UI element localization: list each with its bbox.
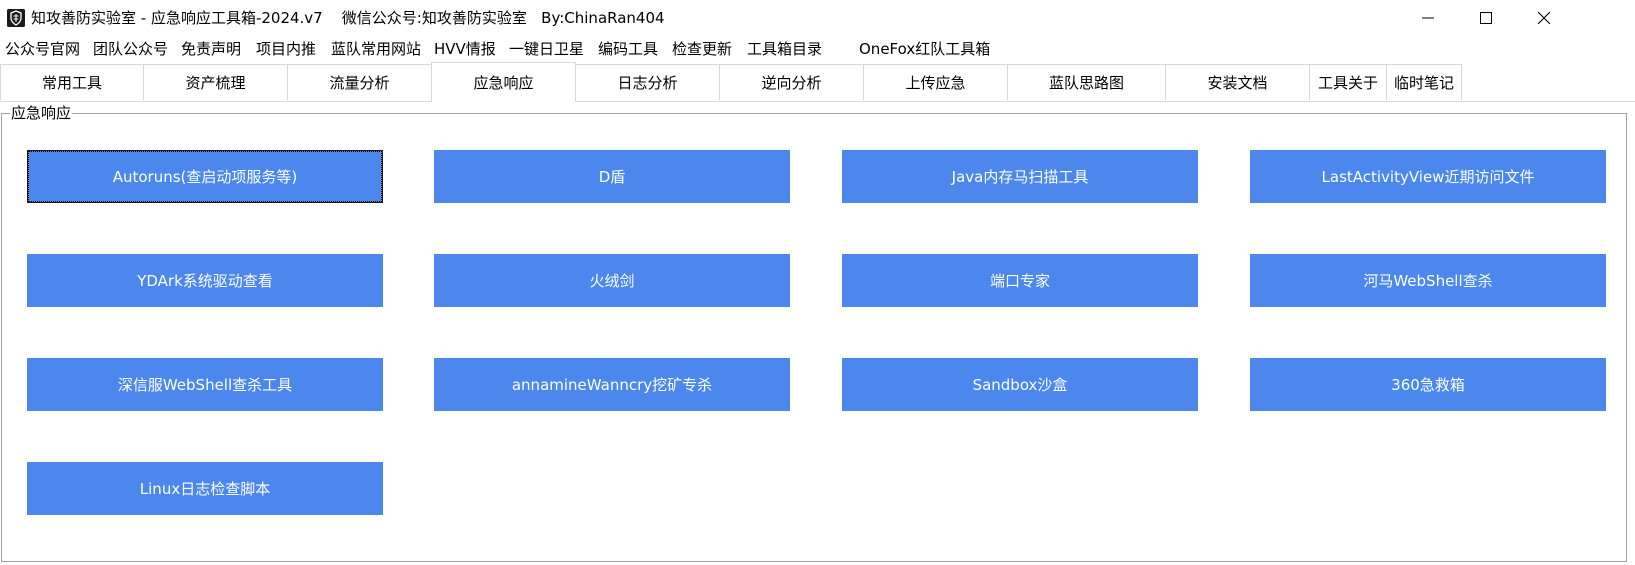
huorong-sword-button[interactable]: 火绒剑 bbox=[434, 254, 790, 307]
tab-upload-response[interactable]: 上传应急 bbox=[863, 64, 1008, 100]
menu-item-check-update[interactable]: 检查更新 bbox=[672, 39, 732, 59]
tab-traffic-analysis[interactable]: 流量分析 bbox=[287, 64, 432, 100]
java-memshell-scan-button[interactable]: Java内存马扫描工具 bbox=[842, 150, 1198, 203]
menu-item-official-site[interactable]: 公众号官网 bbox=[5, 39, 80, 59]
window-title: 知攻善防实验室 - 应急响应工具箱-2024.v7 微信公众号:知攻善防实验室 … bbox=[31, 9, 665, 27]
tab-log-analysis[interactable]: 日志分析 bbox=[575, 64, 720, 100]
menu-bar: 公众号官网 团队公众号 免责声明 项目内推 蓝队常用网站 HVV情报 一键日卫星… bbox=[0, 36, 1635, 62]
close-icon bbox=[1538, 12, 1550, 24]
minimize-button[interactable] bbox=[1399, 0, 1457, 36]
ydark-button[interactable]: YDArk系统驱动查看 bbox=[27, 254, 383, 307]
maximize-icon bbox=[1480, 12, 1492, 24]
tab-reverse-analysis[interactable]: 逆向分析 bbox=[719, 64, 864, 100]
d-shield-button[interactable]: D盾 bbox=[434, 150, 790, 203]
title-bar: 知攻善防实验室 - 应急响应工具箱-2024.v7 微信公众号:知攻善防实验室 … bbox=[0, 0, 1635, 36]
group-title: 应急响应 bbox=[10, 103, 73, 123]
close-button[interactable] bbox=[1515, 0, 1573, 36]
menu-item-team-account[interactable]: 团队公众号 bbox=[93, 39, 168, 59]
linux-log-check-button[interactable]: Linux日志检查脚本 bbox=[27, 462, 383, 515]
menu-item-referral[interactable]: 项目内推 bbox=[256, 39, 316, 59]
tab-temp-notes[interactable]: 临时笔记 bbox=[1386, 64, 1462, 100]
tab-blue-team-mindmap[interactable]: 蓝队思路图 bbox=[1007, 64, 1166, 100]
maximize-button[interactable] bbox=[1457, 0, 1515, 36]
menu-item-disclaimer[interactable]: 免责声明 bbox=[181, 39, 241, 59]
menu-item-one-click[interactable]: 一键日卫星 bbox=[509, 39, 584, 59]
sandbox-button[interactable]: Sandbox沙盒 bbox=[842, 358, 1198, 411]
menu-item-encoding-tools[interactable]: 编码工具 bbox=[598, 39, 658, 59]
autoruns-button[interactable]: Autoruns(查启动项服务等) bbox=[27, 150, 383, 203]
sangfor-webshell-button[interactable]: 深信服WebShell查杀工具 bbox=[27, 358, 383, 411]
port-expert-button[interactable]: 端口专家 bbox=[842, 254, 1198, 307]
lastactivityview-button[interactable]: LastActivityView近期访问文件 bbox=[1250, 150, 1606, 203]
minimize-icon bbox=[1422, 17, 1434, 19]
tab-about-tools[interactable]: 工具关于 bbox=[1309, 64, 1387, 100]
tab-incident-response[interactable]: 应急响应 bbox=[431, 62, 576, 102]
menu-item-toolbox-dir[interactable]: 工具箱目录 bbox=[747, 39, 822, 59]
annamine-wannacry-button[interactable]: annamineWanncry挖矿专杀 bbox=[434, 358, 790, 411]
menu-item-onefox[interactable]: OneFox红队工具箱 bbox=[859, 39, 990, 59]
360-rescue-button[interactable]: 360急救箱 bbox=[1250, 358, 1606, 411]
tab-strip-border bbox=[0, 101, 1635, 102]
menu-item-hvv-intel[interactable]: HVV情报 bbox=[434, 39, 496, 59]
hema-webshell-button[interactable]: 河马WebShell查杀 bbox=[1250, 254, 1606, 307]
tab-common-tools[interactable]: 常用工具 bbox=[0, 64, 144, 100]
menu-item-blue-team-sites[interactable]: 蓝队常用网站 bbox=[331, 39, 421, 59]
app-logo-icon bbox=[7, 9, 25, 27]
tab-asset-inventory[interactable]: 资产梳理 bbox=[143, 64, 288, 100]
tab-install-docs[interactable]: 安装文档 bbox=[1165, 64, 1310, 100]
